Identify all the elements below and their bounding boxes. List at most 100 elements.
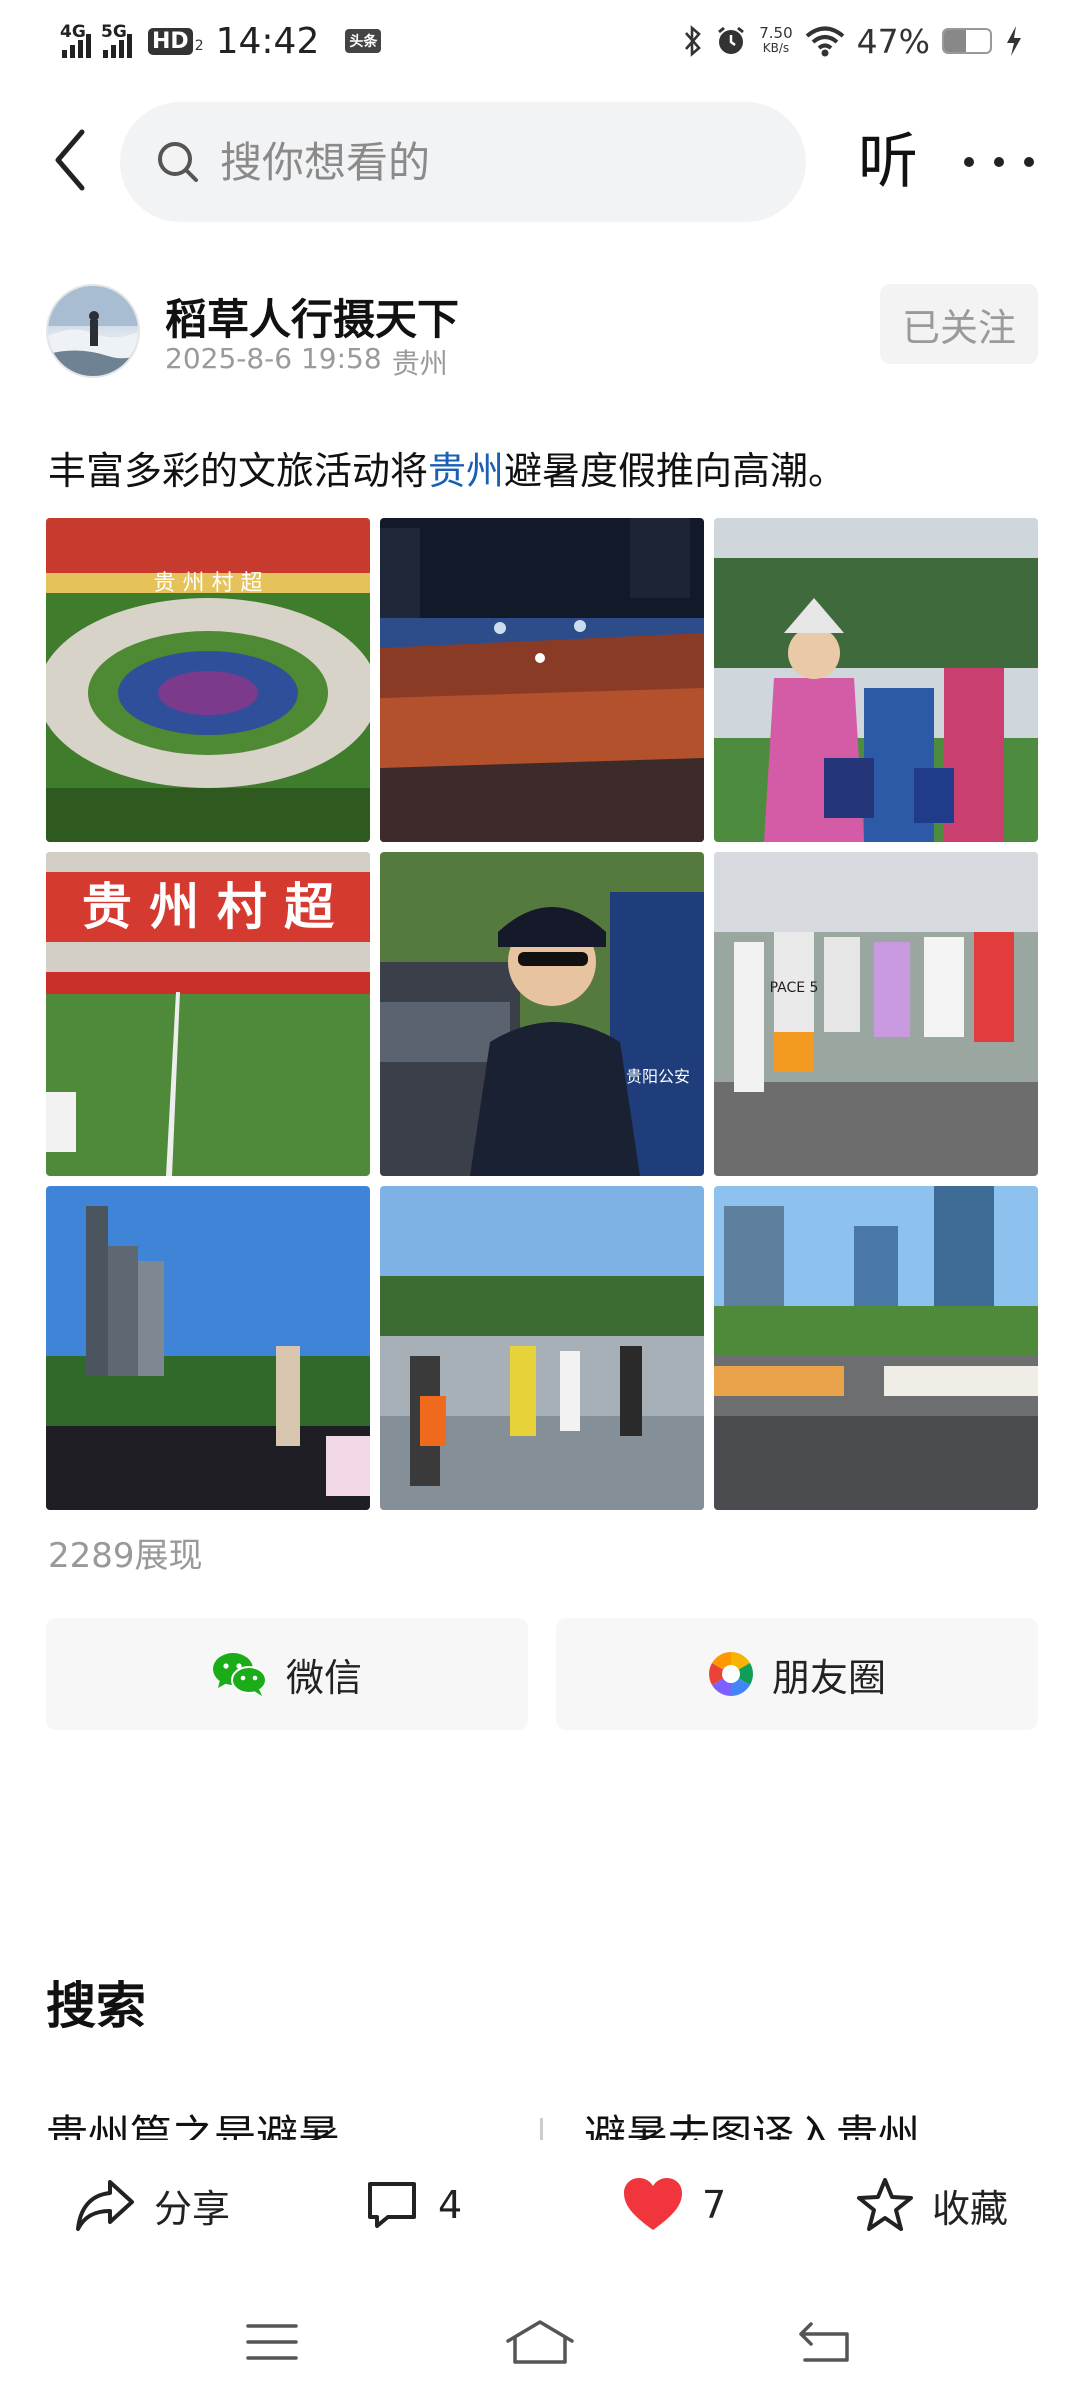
post-meta: 2025-8-6 19:58 贵州: [165, 342, 448, 382]
favorite-button[interactable]: 收藏: [856, 2170, 1008, 2240]
post-image-5[interactable]: 贵阳公安: [380, 852, 704, 1176]
post-content: 丰富多彩的文旅活动将贵州避暑度假推向高潮。: [48, 440, 846, 495]
image-1-overlay: 贵 州 村 超: [154, 571, 263, 596]
share-wechat-button[interactable]: 微信: [46, 1618, 528, 1730]
network-speed-unit: KB/s: [762, 41, 790, 55]
image-6-overlay: PACE 5: [770, 980, 819, 996]
nav-home-button[interactable]: [505, 2312, 575, 2372]
share-arrow-icon: [76, 2180, 134, 2231]
battery-fill: [944, 30, 966, 52]
network-type-1: 4G: [60, 22, 86, 42]
search-suggestion-1[interactable]: 贵州篇之是避暑: [46, 2102, 340, 2140]
post-date: 2025-8-6 19:58: [165, 342, 382, 375]
share-label: 分享: [154, 2186, 231, 2231]
status-right: 7.50 KB/s 47%: [683, 18, 1024, 64]
follow-button[interactable]: 已关注: [880, 284, 1038, 364]
image-3-graphic: [714, 518, 1038, 842]
search-suggestions: 贵州篇之是避暑 避暑去图译入贵州: [46, 2100, 1038, 2140]
status-left: 4G 5G HD 2 14:42 头条: [60, 18, 382, 64]
chevron-left-icon: [55, 129, 85, 191]
alarm-icon: [718, 26, 745, 54]
post-image-2[interactable]: [380, 518, 704, 842]
author-row: 稻草人行摄天下 2025-8-6 19:58 贵州 已关注: [0, 280, 1080, 390]
post-image-7[interactable]: [46, 1186, 370, 1510]
charging-icon: [1007, 26, 1021, 56]
like-count: 7: [702, 2183, 727, 2227]
image-6-graphic: PACE 5: [714, 852, 1038, 1176]
more-dot-icon: [994, 157, 1004, 167]
author-avatar[interactable]: [46, 284, 140, 378]
top-header: 听: [0, 96, 1080, 226]
share-row: 微信 朋友圈: [46, 1618, 1038, 1730]
listen-button[interactable]: 听: [858, 122, 918, 202]
image-5-overlay: 贵阳公安: [626, 1067, 690, 1086]
search-icon: [158, 142, 198, 182]
share-moments-label: 朋友圈: [771, 1655, 886, 1700]
view-count: 2289展现: [48, 1536, 203, 1576]
post-image-1[interactable]: 贵 州 村 超: [46, 518, 370, 842]
network-speed-value: 7.50: [759, 24, 793, 42]
network-speed: 7.50 KB/s: [759, 26, 792, 56]
post-topic-link[interactable]: 贵州: [428, 449, 504, 493]
search-suggestion-2[interactable]: 避暑去图译入贵州: [584, 2102, 920, 2140]
post-text-after: 避暑度假推向高潮。: [504, 449, 847, 493]
post-location: 贵州: [391, 347, 448, 380]
post-image-8[interactable]: [380, 1186, 704, 1510]
signal-icon-5g: 5G: [101, 22, 132, 58]
nav-back-button[interactable]: [790, 2312, 860, 2372]
search-input[interactable]: [220, 137, 780, 187]
search-section-title: 搜索: [46, 1977, 146, 2035]
image-1-graphic: 贵 州 村 超: [46, 518, 370, 842]
author-name[interactable]: 稻草人行摄天下: [165, 286, 459, 347]
comment-count: 4: [438, 2183, 463, 2227]
image-7-graphic: [46, 1186, 370, 1510]
app-notification-badge: 头条: [345, 29, 382, 53]
hd-voice-sub: 2: [194, 38, 204, 54]
image-4-graphic: 贵 州 村 超: [46, 852, 370, 1176]
moments-icon: [709, 1652, 753, 1696]
image-9-graphic: [714, 1186, 1038, 1510]
post-text-before: 丰富多彩的文旅活动将: [48, 449, 429, 493]
heart-icon: [624, 2178, 682, 2230]
more-dot-icon: [1024, 157, 1034, 167]
home-icon: [506, 2320, 574, 2364]
battery-percent: 47%: [856, 21, 930, 61]
system-nav-bar: [0, 2290, 1080, 2400]
comment-icon: [368, 2182, 416, 2228]
like-button[interactable]: 7: [622, 2170, 726, 2240]
image-2-graphic: [380, 518, 704, 842]
back-button[interactable]: [40, 122, 100, 198]
image-8-graphic: [380, 1186, 704, 1510]
network-type-2: 5G: [101, 22, 127, 42]
battery-icon: [942, 28, 992, 54]
more-options-button[interactable]: [964, 122, 1034, 202]
share-wechat-label: 微信: [285, 1655, 362, 1700]
bottom-action-bar: 分享 4 7 收藏: [0, 2140, 1080, 2270]
image-4-overlay: 贵 州 村 超: [82, 878, 335, 936]
image-5-graphic: 贵阳公安: [380, 852, 704, 1176]
favorite-label: 收藏: [932, 2186, 1009, 2231]
hd-voice-badge: HD: [148, 27, 193, 55]
nav-menu-button[interactable]: [237, 2312, 307, 2372]
menu-icon: [246, 2324, 298, 2360]
status-time: 14:42: [215, 20, 320, 62]
bluetooth-icon: [685, 25, 702, 57]
share-moments-button[interactable]: 朋友圈: [556, 1618, 1038, 1730]
search-bar[interactable]: [120, 102, 806, 222]
comment-button[interactable]: 4: [364, 2170, 462, 2240]
post-image-3[interactable]: [714, 518, 1038, 842]
post-image-4[interactable]: 贵 州 村 超: [46, 852, 370, 1176]
signal-icon-4g: 4G: [60, 22, 91, 58]
wifi-icon: [805, 26, 844, 57]
more-dot-icon: [964, 157, 974, 167]
back-arrow-icon: [799, 2322, 849, 2362]
star-icon: [857, 2178, 913, 2231]
post-image-6[interactable]: PACE 5: [714, 852, 1038, 1176]
suggestion-divider: [540, 2118, 543, 2140]
status-bar: 4G 5G HD 2 14:42 头条 7.50 KB/s 47%: [0, 0, 1080, 82]
share-button[interactable]: 分享: [74, 2170, 230, 2240]
avatar-image: [48, 286, 138, 376]
post-image-9[interactable]: [714, 1186, 1038, 1510]
image-grid: 贵 州 村 超 贵 州 村 超 贵阳公安 PACE 5: [46, 518, 1038, 1510]
wechat-icon: [212, 1653, 267, 1696]
